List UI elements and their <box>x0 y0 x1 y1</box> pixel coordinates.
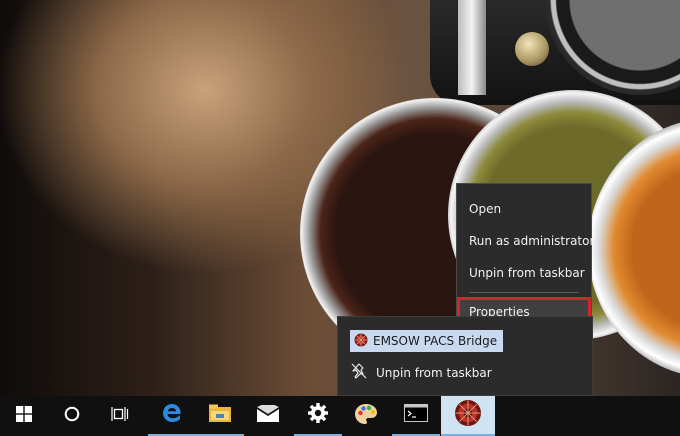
jumplist-app-name: EMSOW PACS Bridge <box>373 334 498 348</box>
task-view-icon <box>111 406 129 426</box>
start-button[interactable] <box>0 396 48 436</box>
terminal-icon <box>404 404 428 426</box>
context-menu: Open Run as administrator Unpin from tas… <box>456 183 594 329</box>
mail-icon <box>256 402 280 427</box>
taskbar-file-explorer-button[interactable] <box>196 396 244 436</box>
unpin-icon <box>350 362 368 384</box>
taskbar-jumplist: EMSOW PACS Bridge Unpin from taskbar <box>337 316 593 396</box>
emsow-app-icon <box>354 332 368 351</box>
jumplist-unpin-label: Unpin from taskbar <box>376 366 492 380</box>
cortana-circle-icon <box>64 406 80 426</box>
wallpaper-camera-post <box>458 0 486 95</box>
taskbar-settings-button[interactable] <box>294 396 342 436</box>
task-view-button[interactable] <box>96 396 144 436</box>
folder-icon <box>208 403 232 427</box>
menu-item-unpin-from-taskbar[interactable]: Unpin from taskbar <box>457 258 591 288</box>
taskbar-emsow-pacs-bridge-button[interactable] <box>441 396 495 436</box>
taskbar-edge-button[interactable] <box>148 396 196 436</box>
jumplist-app-entry[interactable]: EMSOW PACS Bridge <box>350 330 504 352</box>
taskbar-paint-button[interactable] <box>342 396 390 436</box>
gear-icon <box>307 402 329 428</box>
paint-palette-icon <box>354 403 378 429</box>
taskbar-mail-button[interactable] <box>244 396 292 436</box>
edge-browser-icon <box>161 402 183 428</box>
taskbar <box>0 396 680 436</box>
jumplist-unpin-from-taskbar[interactable]: Unpin from taskbar <box>350 360 492 386</box>
taskbar-command-prompt-button[interactable] <box>392 396 440 436</box>
emsow-app-icon <box>454 399 482 431</box>
menu-item-open[interactable]: Open <box>457 194 591 224</box>
cortana-button[interactable] <box>48 396 96 436</box>
menu-separator <box>469 292 579 293</box>
wallpaper-camera-knob <box>515 32 549 66</box>
windows-logo-icon <box>16 406 32 426</box>
menu-item-run-as-administrator[interactable]: Run as administrator <box>457 226 594 256</box>
